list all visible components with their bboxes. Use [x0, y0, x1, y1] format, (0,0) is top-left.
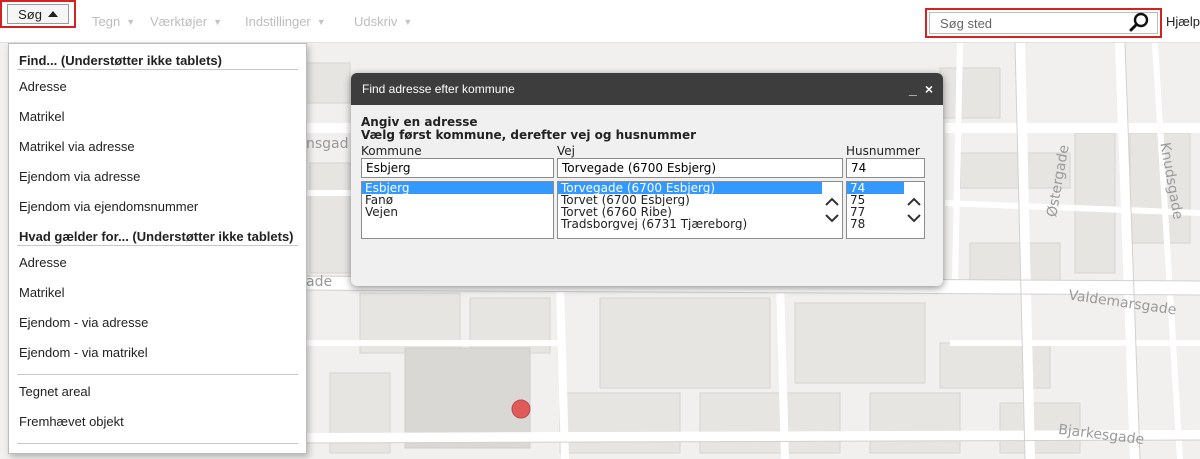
vej-column: Vej Torvegade (6700 Esbjerg) Torvet (670…: [557, 144, 843, 239]
kommune-list[interactable]: Esbjerg Fanø Vejen: [361, 181, 554, 239]
help-link[interactable]: Hjælp: [1166, 14, 1200, 29]
scroll-up-icon[interactable]: [907, 197, 921, 206]
menu-item-fremhaevet-objekt[interactable]: Fremhævet objekt: [17, 405, 298, 435]
menu-udskriv-label: Udskriv: [354, 14, 398, 29]
kommune-option[interactable]: Vejen: [362, 206, 553, 218]
kommune-option[interactable]: Esbjerg: [362, 182, 553, 194]
search-menu-highlight: Søg: [0, 0, 76, 28]
dialog-instructions: Vælg først kommune, derefter vej og husn…: [361, 128, 697, 142]
toolbar: Søg Tegn ▼ Værktøjer ▼ Indstillinger ▼ U…: [0, 0, 1200, 43]
menu-item-gaelder-adresse[interactable]: Adresse: [17, 246, 298, 276]
menu-item-gaelder-ejendom-matrikel[interactable]: Ejendom - via matrikel: [17, 336, 298, 366]
husnummer-option[interactable]: 78: [847, 218, 904, 230]
husnummer-option[interactable]: 77: [847, 206, 904, 218]
vej-option[interactable]: Torvet (6700 Esbjerg): [558, 194, 822, 206]
section-header-find: Find... (Understøtter ikke tablets): [17, 44, 298, 70]
caret-down-icon: ▼: [126, 16, 136, 27]
menu-item-find-matrikel-via-adresse[interactable]: Matrikel via adresse: [17, 130, 298, 160]
vej-option[interactable]: Tradsborgvej (6731 Tjæreborg): [558, 218, 822, 230]
location-marker[interactable]: [511, 399, 531, 419]
vej-input[interactable]: [557, 158, 843, 178]
menu-item-tegnet-areal[interactable]: Tegnet areal: [17, 375, 298, 405]
search-menu-label: Søg: [18, 6, 42, 22]
menu-udskriv[interactable]: Udskriv ▼: [354, 14, 412, 29]
dialog-body: Angiv en adresse Vælg først kommune, der…: [351, 105, 943, 239]
menu-tegn[interactable]: Tegn ▼: [92, 14, 135, 29]
menu-indstillinger-label: Indstillinger: [245, 14, 311, 29]
caret-down-icon: ▼: [316, 16, 326, 27]
close-icon[interactable]: ×: [925, 81, 933, 97]
street-label-ade: ade: [306, 274, 333, 290]
magnifier-icon[interactable]: [1129, 12, 1149, 35]
minimize-icon[interactable]: _: [909, 81, 917, 97]
husnummer-column: Husnummer 74 75 77 78: [846, 144, 925, 239]
section-header-hvad-gaelder: Hvad gælder for... (Understøtter ikke ta…: [17, 220, 298, 246]
vej-option[interactable]: Torvegade (6700 Esbjerg): [558, 182, 822, 194]
menu-item-find-adresse[interactable]: Adresse: [17, 70, 298, 100]
kommune-option[interactable]: Fanø: [362, 194, 553, 206]
find-address-dialog: Find adresse efter kommune _ × Angiv en …: [351, 73, 943, 286]
scroll-down-icon[interactable]: [907, 214, 921, 223]
vej-label: Vej: [557, 144, 575, 158]
kommune-label: Kommune: [361, 144, 422, 158]
menu-vaerktoejer[interactable]: Værktøjer ▼: [150, 14, 222, 29]
search-menu-button[interactable]: Søg: [7, 4, 69, 24]
menu-indstillinger[interactable]: Indstillinger ▼: [245, 14, 326, 29]
dialog-title: Find adresse efter kommune: [362, 82, 515, 96]
place-search-highlight: [925, 8, 1162, 38]
menu-item-find-ejendom-via-nummer[interactable]: Ejendom via ejendomsnummer: [17, 190, 298, 220]
vej-scrollbar[interactable]: [822, 182, 842, 238]
scroll-down-icon[interactable]: [825, 214, 839, 223]
vej-option[interactable]: Torvet (6760 Ribe): [558, 206, 822, 218]
husnummer-option[interactable]: 75: [847, 194, 904, 206]
menu-item-find-ejendom-via-adresse[interactable]: Ejendom via adresse: [17, 160, 298, 190]
search-dropdown-menu: Find... (Understøtter ikke tablets) Adre…: [8, 43, 307, 454]
husnummer-option[interactable]: 74: [847, 182, 904, 194]
menu-vaerktoejer-label: Værktøjer: [150, 14, 208, 29]
menu-item-find-matrikel[interactable]: Matrikel: [17, 100, 298, 130]
caret-down-icon: ▼: [403, 16, 413, 27]
place-search-field: [929, 12, 1158, 34]
husnummer-input[interactable]: [846, 158, 925, 178]
menu-divider: [17, 443, 298, 444]
place-search-input[interactable]: [940, 15, 1090, 31]
caret-up-icon: [47, 11, 58, 17]
kommune-input[interactable]: [361, 158, 554, 178]
caret-down-icon: ▼: [213, 16, 222, 27]
scroll-up-icon[interactable]: [825, 197, 839, 206]
dialog-title-bar[interactable]: Find adresse efter kommune _ ×: [351, 73, 943, 105]
menu-tegn-label: Tegn: [92, 14, 121, 29]
street-label-nsgad: nsgad: [306, 136, 349, 152]
menu-item-gaelder-matrikel[interactable]: Matrikel: [17, 276, 298, 306]
menu-item-gaelder-ejendom-adresse[interactable]: Ejendom - via adresse: [17, 306, 298, 336]
husnummer-list[interactable]: 74 75 77 78: [846, 181, 925, 239]
husnummer-scrollbar[interactable]: [904, 182, 924, 238]
vej-list[interactable]: Torvegade (6700 Esbjerg) Torvet (6700 Es…: [557, 181, 843, 239]
kommune-column: Kommune Esbjerg Fanø Vejen: [361, 144, 554, 239]
husnummer-label: Husnummer: [846, 144, 920, 158]
